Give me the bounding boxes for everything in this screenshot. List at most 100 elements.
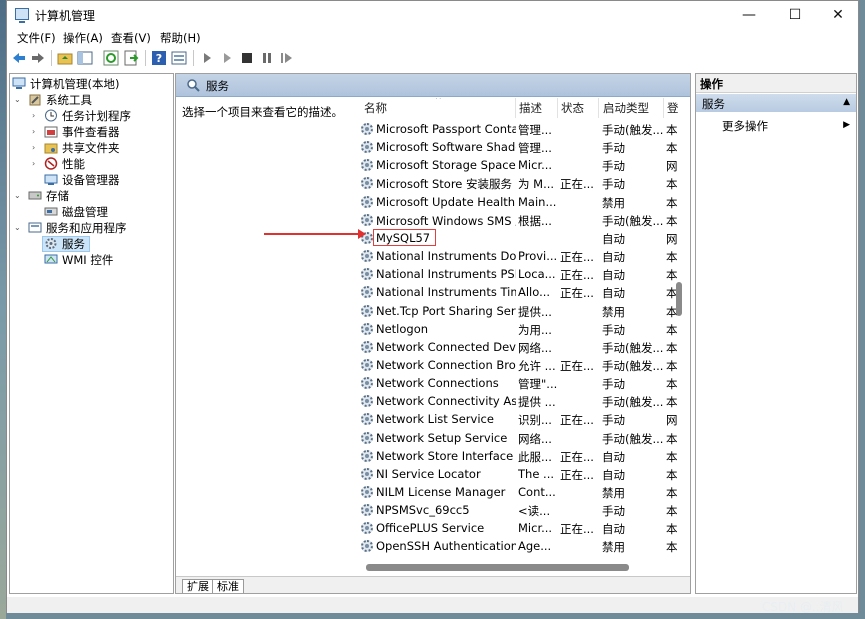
service-row[interactable]: Network Connected Devic...网络...手动(触发...本 [351,338,685,356]
service-gear-icon [361,195,373,208]
column-divider[interactable] [598,98,599,118]
service-desc: 管理... [518,141,552,156]
minimize-button[interactable]: — [727,1,771,29]
service-row[interactable]: Microsoft Software Shado...管理...手动本 [351,138,685,156]
restart-service-icon[interactable] [279,50,295,66]
chevron-right-icon[interactable]: › [32,108,35,124]
chevron-right-icon[interactable]: › [32,156,35,172]
column-header-startup[interactable]: 启动类型 [603,100,649,116]
service-desc: 根据... [518,213,552,228]
actions-section-services[interactable]: 服务 ▲ [696,94,856,112]
vertical-scrollbar-thumb[interactable] [676,282,682,316]
service-gear-icon [361,268,373,281]
service-row[interactable]: Microsoft Update Health S...Main...禁用本 [351,193,685,211]
service-row[interactable]: Network Connection Broker允许 ... 正在... 手动(触… [351,356,685,374]
column-header-status[interactable]: 状态 [561,100,584,116]
column-divider[interactable] [557,98,558,118]
service-gear-icon [361,486,373,498]
stop-service-icon[interactable] [239,50,255,66]
tab-standard[interactable]: 标准 [212,579,244,593]
column-header-row: ^ 名称 描述 状态 启动类型 登 [351,98,685,120]
service-gear-icon [361,413,373,426]
service-row[interactable]: Microsoft Storage Spaces S...Micr...手动网 [351,156,685,174]
service-row[interactable]: Microsoft Passport Container管理... 手动(触发..… [351,120,685,138]
service-name: Network Connected Devic... [376,339,516,354]
chevron-down-icon[interactable]: ⌄ [14,220,21,236]
service-gear-icon [361,504,373,517]
menu-help[interactable]: 帮助(H) [160,30,201,46]
pause-service-icon[interactable] [259,50,275,66]
service-row[interactable]: National Instruments PSP S...Loca... 正在..… [351,265,685,283]
start-service-icon[interactable] [199,50,215,66]
help-icon[interactable]: ? [151,50,167,66]
service-startup: 手动(触发... [602,358,664,373]
tree-label: 事件查看器 [62,125,120,139]
service-gear-icon [361,159,373,172]
chevron-right-icon[interactable]: › [32,140,35,156]
chevron-right-icon[interactable]: › [32,124,35,140]
service-row[interactable]: Network Setup Service 网络... 手动(触发... 本 [351,429,685,447]
service-row[interactable]: Net.Tcp Port Sharing Service提供...禁用本 [351,302,685,320]
actions-pane: 操作 服务 ▲ 更多操作 ▶ [695,73,857,594]
horizontal-scrollbar-thumb[interactable] [366,564,629,571]
service-startup: 手动 [602,177,625,192]
menu-action[interactable]: 操作(A) [63,30,103,46]
menu-file[interactable]: 文件(F) [17,30,56,46]
service-description: 选择一个项目来查看它的描述。 [182,105,343,119]
service-row[interactable]: OpenSSH Authentication ...Age...禁用本 [351,537,685,555]
service-name: National Instruments PSP S... [376,267,516,282]
service-row[interactable]: National Instruments Time ...Allo... 正在..… [351,283,685,301]
forward-icon[interactable] [30,50,46,66]
service-row[interactable]: OfficePLUS Service Micr... 正在... 自动本 [351,519,685,537]
pause-play-icon[interactable] [219,50,235,66]
tab-extended[interactable]: 扩展 [182,579,214,593]
submenu-arrow-icon[interactable]: ▶ [843,120,850,130]
maximize-button[interactable]: ☐ [773,1,817,29]
service-startup: 手动(触发... [602,395,664,410]
chevron-down-icon[interactable]: ⌄ [14,92,21,108]
collapse-arrow-icon[interactable]: ▲ [843,97,850,107]
service-row[interactable]: Network Connectivity Assis...提供 ... 手动(触发… [351,392,685,410]
computer-management-icon [15,8,29,23]
service-name: Network List Service [376,412,494,427]
service-row[interactable]: Network Store Interface Se...此服... 正在... 自… [351,447,685,465]
column-header-desc[interactable]: 描述 [519,100,542,116]
up-folder-icon[interactable] [57,50,73,66]
service-row[interactable]: NPSMSvc_69cc5 <读... 手动本 [351,501,685,519]
menu-bar: 文件(F) 操作(A) 查看(V) 帮助(H) [7,29,858,47]
chevron-down-icon[interactable]: ⌄ [14,188,21,204]
service-row[interactable]: Microsoft Windows SMS 路...根据...手动(触发...本 [351,211,685,229]
service-row[interactable]: National Instruments Dom...Provi...正在...… [351,247,685,265]
service-desc: 管理... [518,123,552,137]
export-list-icon[interactable] [123,50,139,66]
close-button[interactable]: ✕ [816,1,860,29]
service-row[interactable]: Network List Service 识别... 正在... 手动网 [351,410,685,428]
show-hide-tree-icon[interactable] [77,50,93,66]
menu-view[interactable]: 查看(V) [111,30,151,46]
column-divider[interactable] [515,98,516,118]
service-row[interactable]: NI Service Locator The ... 正在... 自动本 [351,465,685,483]
column-header-name[interactable]: 名称 [364,100,387,116]
column-divider[interactable] [663,98,664,118]
service-startup: 自动 [602,522,625,537]
service-name: Microsoft Store 安装服务 [376,177,513,192]
service-row[interactable]: Netlogon 为用... 手动本 [351,320,685,338]
service-row[interactable]: Microsoft Store 安装服务为 M... 正在... 手动本 [351,174,685,192]
service-gear-icon [361,304,373,317]
vertical-scrollbar[interactable] [674,98,684,560]
properties-icon[interactable] [171,50,187,66]
service-row[interactable]: MySQL57 自动网 [351,228,685,247]
more-actions-link[interactable]: 更多操作 [722,118,768,134]
service-gear-icon [361,431,373,444]
back-icon[interactable] [11,50,27,66]
service-name: Microsoft Software Shado... [376,140,516,155]
refresh-icon[interactable] [103,50,119,66]
tree-label: 存储 [46,189,69,203]
service-desc: Loca... [518,267,556,282]
service-row[interactable]: Network Connections 管理"... 手动本 [351,374,685,392]
service-name: Microsoft Windows SMS 路... [376,213,516,228]
services-header-title: 服务 [206,79,229,93]
service-row[interactable]: NILM License Manager Cont... 禁用本 [351,483,685,501]
service-desc: <读... [518,504,551,519]
tree-label: 服务和应用程序 [46,221,127,235]
